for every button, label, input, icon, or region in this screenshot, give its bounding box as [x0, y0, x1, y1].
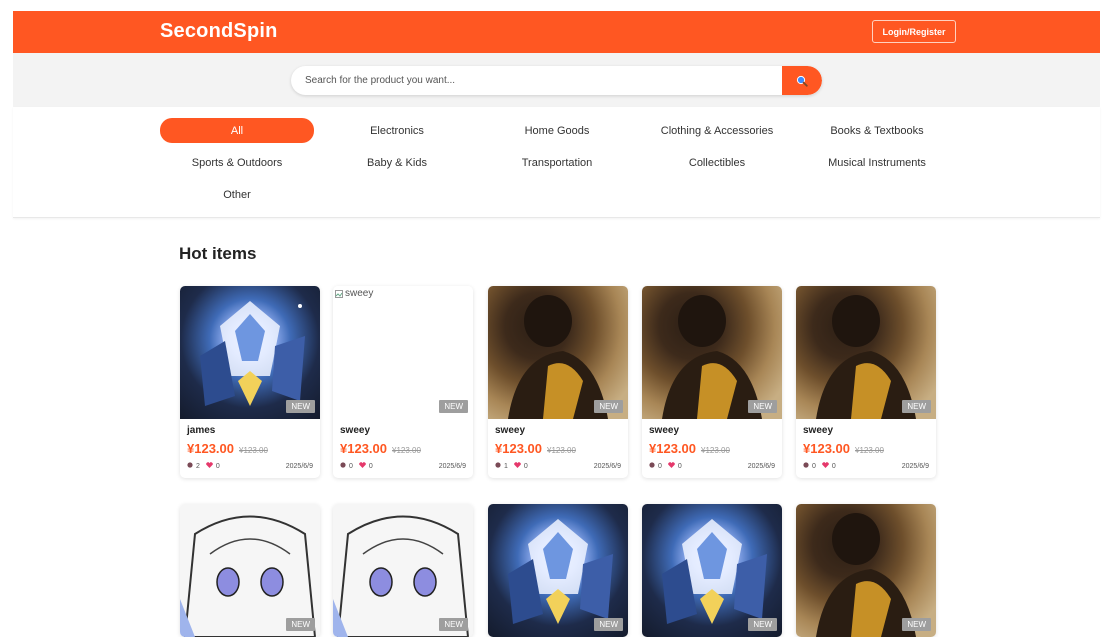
category-sports-outdoors[interactable]: Sports & Outdoors [160, 150, 314, 175]
view-count: 1 [504, 462, 508, 470]
original-price: ¥123.00 [392, 446, 421, 455]
product-card[interactable]: NEW sweey ¥123.00 ¥123.00 0 0 2025/6/9 [796, 286, 936, 478]
product-card[interactable]: sweey NEW sweey ¥123.00 ¥123.00 0 0 2025… [333, 286, 473, 478]
product-image[interactable]: NEW [488, 504, 628, 637]
product-card[interactable]: NEW [180, 504, 320, 637]
product-title[interactable]: sweey [649, 425, 775, 438]
search-icon [796, 75, 808, 87]
section-title: Hot items [179, 244, 257, 263]
category-transportation[interactable]: Transportation [480, 150, 634, 175]
post-date: 2025/6/9 [593, 462, 621, 470]
eye-icon [649, 462, 655, 470]
like-count: 0 [215, 462, 220, 470]
product-image[interactable]: NEW [642, 504, 782, 637]
product-image[interactable]: NEW [180, 286, 320, 419]
view-count: 2 [196, 462, 200, 470]
new-badge: NEW [748, 618, 777, 631]
post-date: 2025/6/9 [438, 462, 466, 470]
view-count: 0 [812, 462, 816, 470]
category-books-textbooks[interactable]: Books & Textbooks [800, 118, 954, 143]
product-card[interactable]: NEW sweey ¥123.00 ¥123.00 0 0 2025/6/9 [642, 286, 782, 478]
product-image[interactable]: NEW [642, 286, 782, 419]
new-badge: NEW [286, 618, 315, 631]
search-button[interactable] [782, 66, 822, 95]
product-image[interactable]: NEW [180, 504, 320, 637]
product-card[interactable]: NEW james ¥123.00 ¥123.00 2 0 2025/6/9 [180, 286, 320, 478]
search-input[interactable] [305, 66, 775, 95]
eye-icon [495, 462, 501, 470]
heart-icon [359, 462, 366, 470]
product-price: ¥123.00 [495, 441, 542, 456]
product-title[interactable]: james [187, 425, 313, 438]
original-price: ¥123.00 [547, 446, 576, 455]
heart-icon [206, 462, 213, 470]
product-image[interactable]: NEW [488, 286, 628, 419]
product-price: ¥123.00 [340, 441, 387, 456]
eye-icon [803, 462, 809, 470]
heart-icon [668, 462, 675, 470]
view-count: 0 [658, 462, 662, 470]
product-card[interactable]: NEW sweey ¥123.00 ¥123.00 1 0 2025/6/9 [488, 286, 628, 478]
category-baby-kids[interactable]: Baby & Kids [320, 150, 474, 175]
heart-icon [514, 462, 521, 470]
broken-image-icon [335, 289, 343, 298]
new-badge: NEW [902, 400, 931, 413]
product-image[interactable]: NEW [796, 504, 936, 637]
site-logo[interactable]: SecondSpin [160, 20, 278, 43]
new-badge: NEW [902, 618, 931, 631]
category-other[interactable]: Other [160, 182, 314, 207]
category-electronics[interactable]: Electronics [320, 118, 474, 143]
post-date: 2025/6/9 [901, 462, 929, 470]
product-title[interactable]: sweey [803, 425, 929, 438]
new-badge: NEW [439, 618, 468, 631]
search-bar [291, 66, 822, 95]
login-register-button[interactable]: Login/Register [872, 20, 956, 43]
category-clothing-accessories[interactable]: Clothing & Accessories [640, 118, 794, 143]
like-count: 0 [523, 462, 528, 470]
post-date: 2025/6/9 [285, 462, 313, 470]
broken-image-alt: sweey [335, 288, 373, 299]
category-all[interactable]: All [160, 118, 314, 143]
product-title[interactable]: sweey [340, 425, 466, 438]
product-title[interactable]: sweey [495, 425, 621, 438]
original-price: ¥123.00 [855, 446, 884, 455]
new-badge: NEW [286, 400, 315, 413]
product-card[interactable]: NEW [642, 504, 782, 637]
category-musical-instruments[interactable]: Musical Instruments [800, 150, 954, 175]
heart-icon [822, 462, 829, 470]
product-image[interactable]: NEW [796, 286, 936, 419]
product-image[interactable]: NEW [333, 504, 473, 637]
search-band [13, 53, 1100, 107]
new-badge: NEW [594, 618, 623, 631]
category-panel: All Electronics Home Goods Clothing & Ac… [13, 107, 1100, 218]
like-count: 0 [677, 462, 682, 470]
new-badge: NEW [594, 400, 623, 413]
product-card[interactable]: NEW [333, 504, 473, 637]
category-home-goods[interactable]: Home Goods [480, 118, 634, 143]
like-count: 0 [368, 462, 373, 470]
new-badge: NEW [748, 400, 777, 413]
original-price: ¥123.00 [701, 446, 730, 455]
like-count: 0 [831, 462, 836, 470]
new-badge: NEW [439, 400, 468, 413]
product-card[interactable]: NEW [488, 504, 628, 637]
post-date: 2025/6/9 [747, 462, 775, 470]
top-header: SecondSpin Login/Register [13, 11, 1100, 53]
product-image[interactable]: sweey NEW [333, 286, 473, 419]
product-price: ¥123.00 [187, 441, 234, 456]
product-price: ¥123.00 [803, 441, 850, 456]
view-count: 0 [349, 462, 353, 470]
eye-icon [340, 462, 346, 470]
product-price: ¥123.00 [649, 441, 696, 456]
eye-icon [187, 462, 193, 470]
original-price: ¥123.00 [239, 446, 268, 455]
category-collectibles[interactable]: Collectibles [640, 150, 794, 175]
product-card[interactable]: NEW [796, 504, 936, 637]
